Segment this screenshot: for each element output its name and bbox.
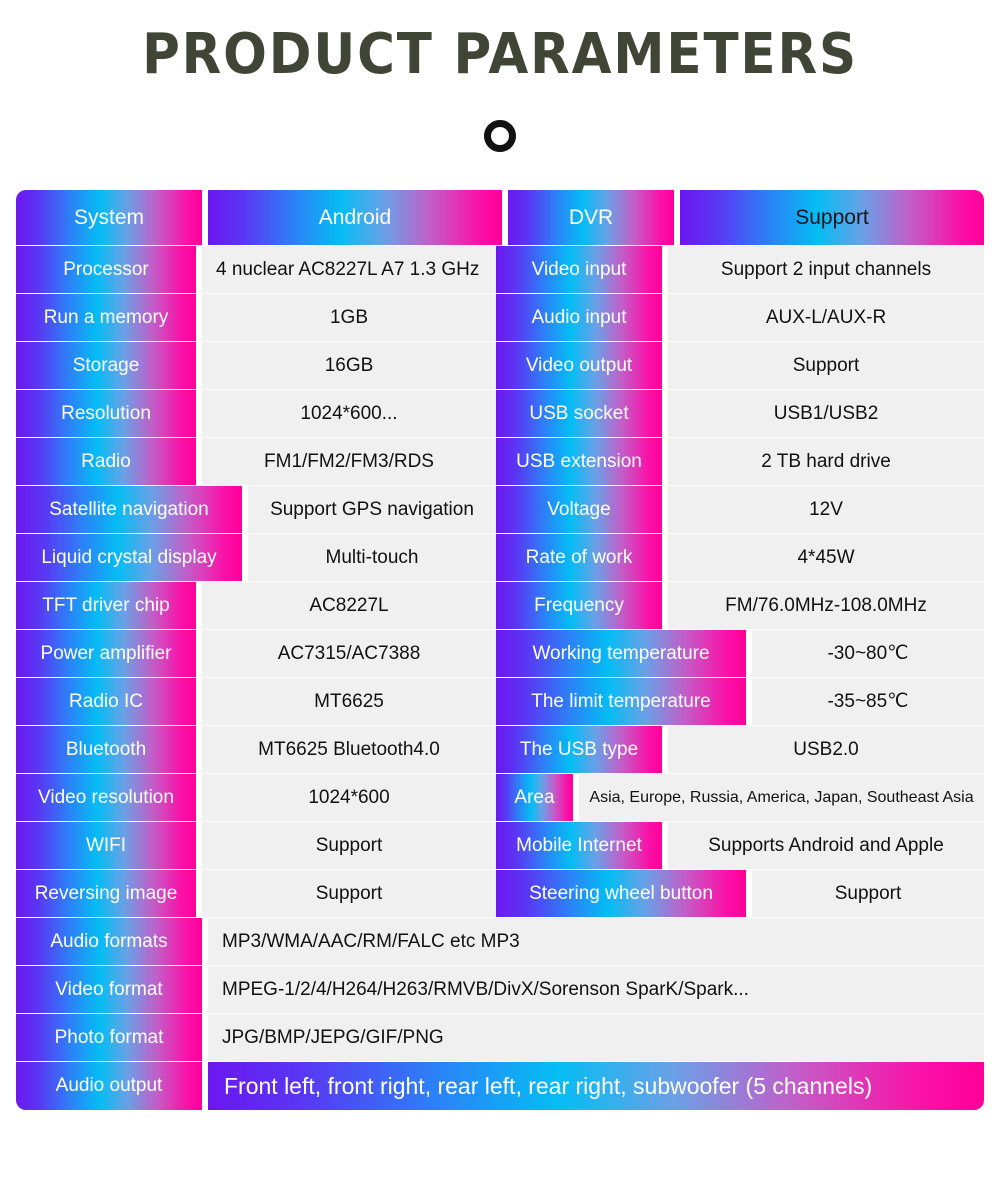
row-label-tft-driver-chip: TFT driver chip <box>16 582 196 629</box>
table-row: TFT driver chip AC8227L Frequency FM/76.0MH… <box>16 582 984 629</box>
row-label-power-amplifier: Power amplifier <box>16 630 196 677</box>
table-row: Resolution 1024*600... USB socket USB1/USB2 <box>16 390 984 437</box>
row-label-working-temperature: Working temperature <box>496 630 746 677</box>
row-value-voltage: 12V <box>668 486 984 533</box>
table-row: Radio FM1/FM2/FM3/RDS USB extension 2 TB ha… <box>16 438 984 485</box>
table-full-rows: Audio formats MP3/WMA/AAC/RM/FALC etc MP3… <box>16 918 984 1061</box>
row-value-usb-socket: USB1/USB2 <box>668 390 984 437</box>
row-value-area: Asia, Europe, Russia, America, Japan, So… <box>579 774 984 821</box>
table-row: Video resolution 1024*600 Area Asia, Europe… <box>16 774 984 821</box>
table-row: Run a memory 1GB Audio input AUX-L/AUX-R <box>16 294 984 341</box>
row-label-bluetooth: Bluetooth <box>16 726 196 773</box>
row-value-frequency: FM/76.0MHz-108.0MHz <box>668 582 984 629</box>
row-label-audio-output: Audio output <box>16 1062 202 1110</box>
row-label-video-output: Video output <box>496 342 662 389</box>
table-header-row: System Android DVR Support <box>16 190 984 245</box>
row-label-processor: Processor <box>16 246 196 293</box>
row-label-video-input: Video input <box>496 246 662 293</box>
row-value-the-limit-temperature: -35~85℃ <box>752 678 984 725</box>
table-row: Audio formats MP3/WMA/AAC/RM/FALC etc MP3 <box>16 918 984 965</box>
specification-table: System Android DVR Support Processor 4 nu… <box>16 190 984 1110</box>
header-cell-support: Support <box>680 190 984 245</box>
row-value-steering-wheel-button: Support <box>752 870 984 917</box>
table-row-audio-output: Audio output Front left, front right, re… <box>16 1062 984 1110</box>
row-label-storage: Storage <box>16 342 196 389</box>
row-value-usb-extension: 2 TB hard drive <box>668 438 984 485</box>
product-parameters-page: PRODUCT PARAMETERS System Android DVR Su… <box>0 0 1000 1177</box>
row-value-liquid-crystal-display: Multi-touch <box>248 534 496 581</box>
row-value-the-usb-type: USB2.0 <box>668 726 984 773</box>
row-value-video-resolution: 1024*600 <box>202 774 496 821</box>
row-label-steering-wheel-button: Steering wheel button <box>496 870 746 917</box>
header-cell-android: Android <box>208 190 502 245</box>
ring-icon <box>484 120 516 152</box>
row-value-tft-driver-chip: AC8227L <box>202 582 496 629</box>
row-label-audio-formats: Audio formats <box>16 918 202 965</box>
table-row: Photo format JPG/BMP/JEPG/GIF/PNG <box>16 1014 984 1061</box>
row-label-liquid-crystal-display: Liquid crystal display <box>16 534 242 581</box>
row-value-storage: 16GB <box>202 342 496 389</box>
row-label-usb-socket: USB socket <box>496 390 662 437</box>
row-label-radio-ic: Radio IC <box>16 678 196 725</box>
table-row: Satellite navigation Support GPS navigati… <box>16 486 984 533</box>
row-value-processor: 4 nuclear AC8227L A7 1.3 GHz <box>202 246 496 293</box>
table-row: Power amplifier AC7315/AC7388 Working temp… <box>16 630 984 677</box>
table-row: Bluetooth MT6625 Bluetooth4.0 The USB type… <box>16 726 984 773</box>
row-value-mobile-internet: Supports Android and Apple <box>668 822 984 869</box>
row-value-bluetooth: MT6625 Bluetooth4.0 <box>202 726 496 773</box>
row-label-radio: Radio <box>16 438 196 485</box>
row-label-run-a-memory: Run a memory <box>16 294 196 341</box>
row-label-satellite-navigation: Satellite navigation <box>16 486 242 533</box>
header-cell-dvr: DVR <box>508 190 674 245</box>
row-value-reversing-image: Support <box>202 870 496 917</box>
table-row: Liquid crystal display Multi-touch Rate of… <box>16 534 984 581</box>
table-row: Reversing image Support Steering wheel but… <box>16 870 984 917</box>
row-label-video-resolution: Video resolution <box>16 774 196 821</box>
row-value-photo-format: JPG/BMP/JEPG/GIF/PNG <box>208 1014 984 1061</box>
row-label-mobile-internet: Mobile Internet <box>496 822 662 869</box>
row-value-run-a-memory: 1GB <box>202 294 496 341</box>
row-value-audio-input: AUX-L/AUX-R <box>668 294 984 341</box>
row-label-the-usb-type: The USB type <box>496 726 662 773</box>
row-value-video-output: Support <box>668 342 984 389</box>
row-label-usb-extension: USB extension <box>496 438 662 485</box>
table-row: Radio IC MT6625 The limit temperature -35~8… <box>16 678 984 725</box>
header-cell-system: System <box>16 190 202 245</box>
table-body: Processor 4 nuclear AC8227L A7 1.3 GHz Vid… <box>16 246 984 917</box>
row-value-video-format: MPEG-1/2/4/H264/H263/RMVB/DivX/Sorenson … <box>208 966 984 1013</box>
row-label-rate-of-work: Rate of work <box>496 534 662 581</box>
row-label-resolution: Resolution <box>16 390 196 437</box>
row-value-video-input: Support 2 input channels <box>668 246 984 293</box>
table-row: Video format MPEG-1/2/4/H264/H263/RMVB/Di… <box>16 966 984 1013</box>
row-value-radio: FM1/FM2/FM3/RDS <box>202 438 496 485</box>
row-value-audio-output: Front left, front right, rear left, rear… <box>208 1062 984 1110</box>
table-row: WIFI Support Mobile Internet Supports Andro… <box>16 822 984 869</box>
row-label-the-limit-temperature: The limit temperature <box>496 678 746 725</box>
row-label-reversing-image: Reversing image <box>16 870 196 917</box>
table-row: Storage 16GB Video output Support <box>16 342 984 389</box>
row-label-voltage: Voltage <box>496 486 662 533</box>
row-value-audio-formats: MP3/WMA/AAC/RM/FALC etc MP3 <box>208 918 984 965</box>
row-value-resolution: 1024*600... <box>202 390 496 437</box>
row-label-audio-input: Audio input <box>496 294 662 341</box>
row-value-radio-ic: MT6625 <box>202 678 496 725</box>
row-value-satellite-navigation: Support GPS navigation <box>248 486 496 533</box>
page-title: PRODUCT PARAMETERS <box>142 22 858 87</box>
row-label-video-format: Video format <box>16 966 202 1013</box>
row-value-working-temperature: -30~80℃ <box>752 630 984 677</box>
row-value-power-amplifier: AC7315/AC7388 <box>202 630 496 677</box>
table-row: Processor 4 nuclear AC8227L A7 1.3 GHz Vid… <box>16 246 984 293</box>
row-label-wifi: WIFI <box>16 822 196 869</box>
row-value-wifi: Support <box>202 822 496 869</box>
row-value-rate-of-work: 4*45W <box>668 534 984 581</box>
row-label-frequency: Frequency <box>496 582 662 629</box>
row-label-area: Area <box>496 774 573 821</box>
row-label-photo-format: Photo format <box>16 1014 202 1061</box>
